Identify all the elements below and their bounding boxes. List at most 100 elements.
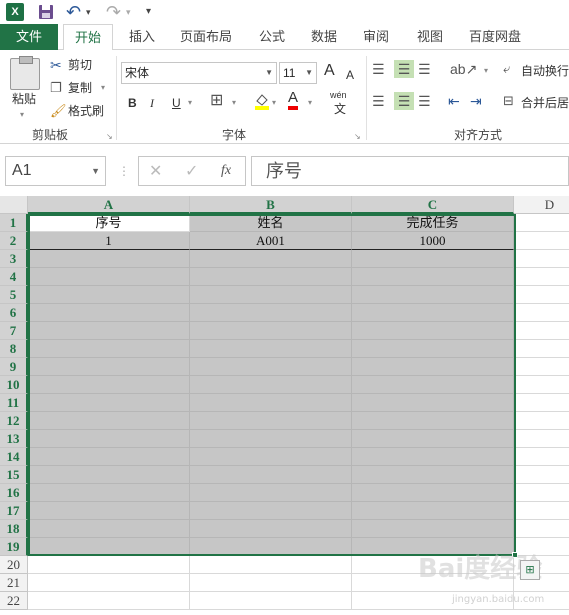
row-header[interactable]: 7	[0, 322, 28, 340]
customize-toolbar-icon[interactable]: ▾	[146, 2, 151, 22]
cell[interactable]: 序号	[28, 214, 190, 232]
font-color-icon[interactable]: A	[288, 90, 299, 110]
cell[interactable]	[190, 592, 352, 610]
select-all-corner[interactable]	[0, 196, 28, 214]
format-painter-button[interactable]: 格式刷	[68, 102, 104, 120]
row-header[interactable]: 10	[0, 376, 28, 394]
align-bottom-icon[interactable]: ☰	[418, 60, 431, 78]
redo-dropdown-icon[interactable]: ▾	[126, 2, 131, 22]
formula-input[interactable]: 序号	[251, 156, 569, 186]
copy-dropdown-icon[interactable]: ▾	[101, 79, 105, 97]
cell[interactable]	[514, 466, 569, 484]
row-header[interactable]: 6	[0, 304, 28, 322]
row-header[interactable]: 3	[0, 250, 28, 268]
cell[interactable]	[190, 250, 352, 268]
font-color-dropdown-icon[interactable]: ▾	[308, 94, 312, 112]
redo-icon[interactable]: ↷	[106, 2, 121, 22]
cell[interactable]	[352, 520, 514, 538]
cell[interactable]	[352, 304, 514, 322]
cell[interactable]	[190, 412, 352, 430]
tab-baidu-netdisk[interactable]: 百度网盘	[462, 24, 528, 50]
cell[interactable]	[190, 538, 352, 556]
cell[interactable]	[514, 412, 569, 430]
cell[interactable]	[190, 304, 352, 322]
tab-view[interactable]: 视图	[408, 24, 452, 50]
cell[interactable]	[28, 538, 190, 556]
column-header-d[interactable]: D	[514, 196, 569, 214]
cell[interactable]	[352, 286, 514, 304]
name-box[interactable]: A1 ▼	[5, 156, 106, 186]
cell[interactable]	[514, 502, 569, 520]
tab-data[interactable]: 数据	[302, 24, 346, 50]
cell[interactable]	[514, 358, 569, 376]
quick-analysis-icon[interactable]: ⊞	[520, 560, 540, 580]
cell[interactable]	[28, 592, 190, 610]
cell[interactable]	[514, 304, 569, 322]
row-header[interactable]: 20	[0, 556, 28, 574]
cell[interactable]	[28, 358, 190, 376]
undo-icon[interactable]: ↶	[66, 2, 81, 22]
cell[interactable]: 完成任务	[352, 214, 514, 232]
cell[interactable]	[352, 484, 514, 502]
underline-dropdown-icon[interactable]: ▾	[188, 94, 192, 112]
cell[interactable]	[352, 502, 514, 520]
cell[interactable]	[190, 322, 352, 340]
paste-dropdown-icon[interactable]: ▾	[20, 106, 24, 124]
row-header[interactable]: 1	[0, 214, 28, 232]
cell[interactable]	[514, 448, 569, 466]
cell[interactable]	[352, 448, 514, 466]
cell[interactable]	[28, 430, 190, 448]
enter-icon[interactable]: ✓	[185, 161, 198, 181]
increase-indent-icon[interactable]: ⇥	[470, 92, 482, 110]
cell[interactable]	[28, 250, 190, 268]
worksheet-grid[interactable]: A B C D 1 序号 姓名 完成任务 2 1 A001 1000 3 4 5 6 7 8 9 10 11 12…	[0, 196, 569, 615]
cell[interactable]	[28, 340, 190, 358]
cell[interactable]	[190, 502, 352, 520]
row-header[interactable]: 15	[0, 466, 28, 484]
cell[interactable]	[352, 340, 514, 358]
cell[interactable]	[514, 340, 569, 358]
copy-button[interactable]: 复制	[68, 79, 92, 97]
cut-button[interactable]: 剪切	[68, 56, 92, 74]
cell[interactable]	[190, 484, 352, 502]
row-header[interactable]: 4	[0, 268, 28, 286]
cell[interactable]	[514, 430, 569, 448]
cell[interactable]	[190, 358, 352, 376]
orientation-icon[interactable]: ab↗	[450, 60, 477, 78]
cell[interactable]	[190, 430, 352, 448]
cell[interactable]	[514, 484, 569, 502]
tab-file[interactable]: 文件	[0, 24, 58, 50]
align-middle-icon[interactable]: ☰	[394, 60, 414, 78]
cell[interactable]	[514, 520, 569, 538]
orientation-dropdown-icon[interactable]: ▾	[484, 62, 488, 80]
cell[interactable]	[352, 376, 514, 394]
shrink-font-icon[interactable]: A	[346, 66, 354, 84]
cell[interactable]	[352, 322, 514, 340]
row-header[interactable]: 19	[0, 538, 28, 556]
decrease-indent-icon[interactable]: ⇤	[448, 92, 460, 110]
cell[interactable]	[190, 376, 352, 394]
cell[interactable]	[28, 466, 190, 484]
column-header-a[interactable]: A	[28, 196, 190, 214]
align-right-icon[interactable]: ☰	[418, 92, 431, 110]
merge-center-button[interactable]: 合并后居	[521, 94, 569, 112]
cell[interactable]	[514, 268, 569, 286]
save-icon[interactable]	[38, 2, 54, 22]
row-header[interactable]: 2	[0, 232, 28, 250]
row-header[interactable]: 9	[0, 358, 28, 376]
font-size-select[interactable]: 11 ▼	[279, 62, 317, 84]
italic-button[interactable]: I	[150, 94, 154, 112]
borders-icon[interactable]: ⊞	[210, 92, 223, 110]
cell[interactable]	[514, 322, 569, 340]
cell[interactable]	[28, 556, 190, 574]
cell[interactable]	[28, 412, 190, 430]
cell[interactable]	[190, 448, 352, 466]
cell[interactable]	[514, 232, 569, 250]
wrap-text-button[interactable]: 自动换行	[521, 62, 569, 80]
cell[interactable]	[514, 286, 569, 304]
cell[interactable]	[190, 340, 352, 358]
cell[interactable]: A001	[190, 232, 352, 250]
align-center-icon[interactable]: ☰	[394, 92, 414, 110]
row-header[interactable]: 5	[0, 286, 28, 304]
cell[interactable]	[352, 412, 514, 430]
